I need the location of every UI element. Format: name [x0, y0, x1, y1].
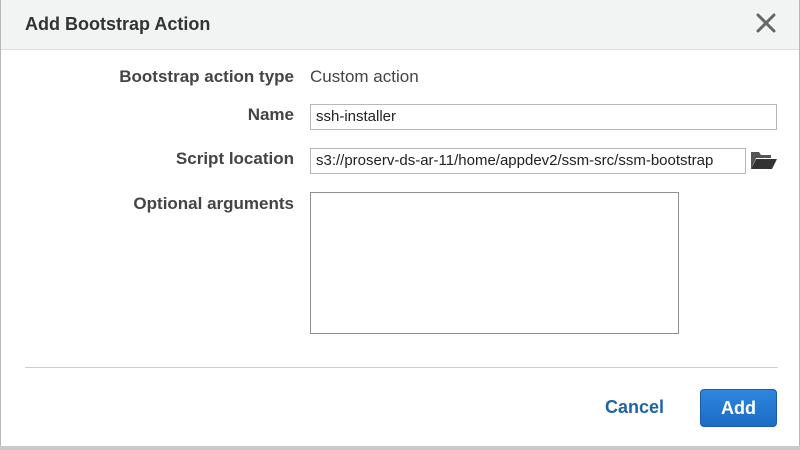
folder-open-icon[interactable]	[750, 149, 778, 171]
dialog-header: Add Bootstrap Action	[1, 0, 799, 50]
optional-arguments-label: Optional arguments	[133, 194, 294, 213]
add-bootstrap-action-dialog: Add Bootstrap Action Bootstrap action ty…	[0, 0, 800, 446]
dialog-title: Add Bootstrap Action	[25, 14, 211, 34]
optional-arguments-textarea[interactable]	[310, 192, 679, 334]
action-type-value: Custom action	[310, 67, 419, 86]
footer-divider	[25, 367, 778, 368]
name-label: Name	[247, 105, 294, 124]
name-input[interactable]: ssh-installer	[310, 104, 777, 130]
script-location-label: Script location	[175, 149, 294, 168]
action-type-label: Bootstrap action type	[119, 67, 294, 86]
cancel-button[interactable]: Cancel	[605, 397, 664, 418]
close-icon[interactable]	[755, 10, 777, 36]
add-button[interactable]: Add	[700, 389, 777, 427]
script-location-input[interactable]: s3://proserv-ds-ar-11/home/appdev2/ssm-s…	[310, 148, 746, 174]
